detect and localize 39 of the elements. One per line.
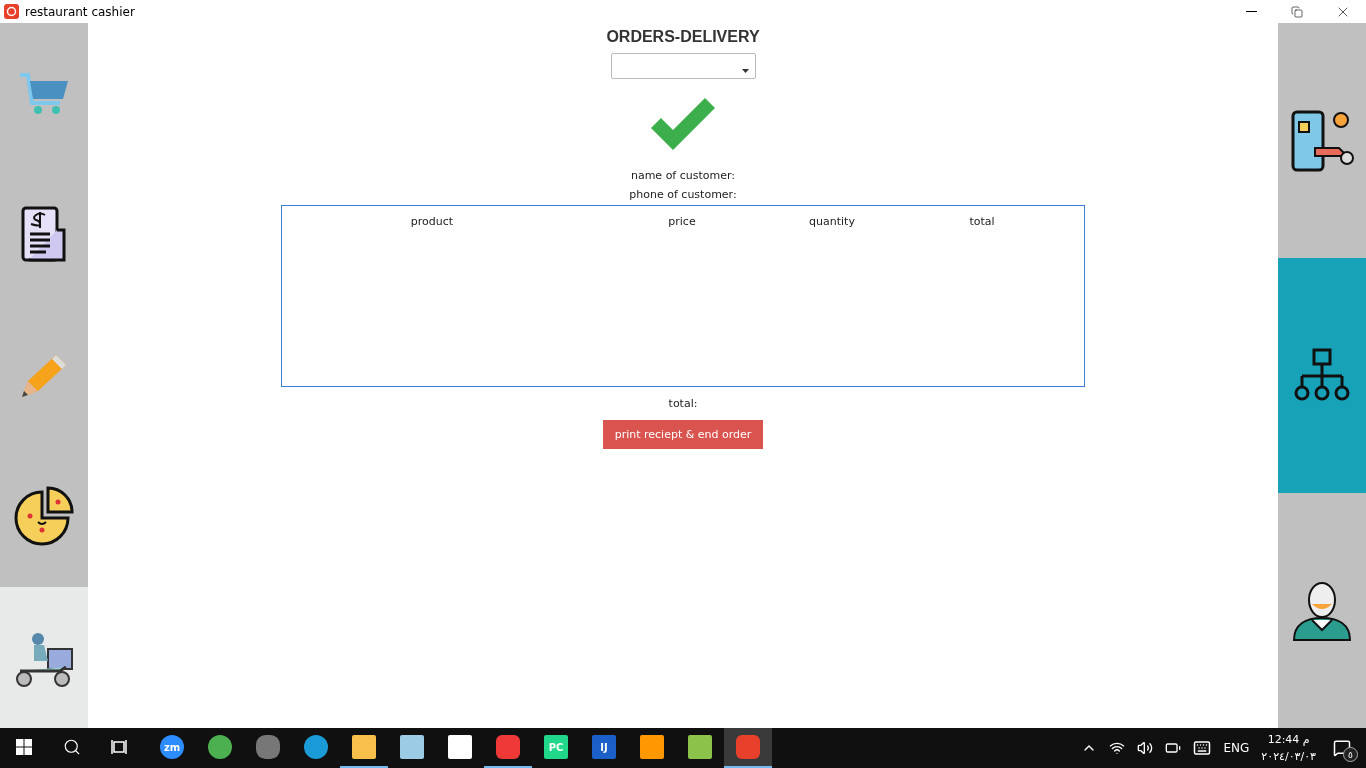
taskbar-app[interactable]: IJ (580, 728, 628, 768)
cart-icon (18, 71, 70, 116)
column-header: price (667, 215, 697, 228)
column-header: product (409, 215, 455, 228)
clock[interactable]: 12:44 م ٢٠٢٤/٠٣/٠٣ (1261, 731, 1316, 765)
search-icon (63, 738, 81, 756)
sidebar-item[interactable] (1278, 23, 1366, 258)
volume-icon (1137, 740, 1154, 756)
battery-icon (1165, 740, 1182, 756)
wifi-icon (1109, 740, 1126, 756)
taskbar-app[interactable]: zm (148, 728, 196, 768)
column-header: total (968, 215, 996, 228)
sidebar-item[interactable] (1278, 258, 1366, 493)
checkmark-icon (651, 98, 715, 150)
task-view-icon (111, 739, 129, 755)
total-label: total: (668, 396, 698, 412)
windows-icon (16, 739, 32, 755)
intellij-icon: IJ (592, 735, 616, 759)
language-indicator[interactable]: ENG (1223, 741, 1250, 755)
caret-icon (741, 69, 749, 73)
window-title: restaurant cashier (25, 4, 135, 19)
notification-button[interactable]: ٥ (1328, 736, 1356, 760)
customer-phone-label: phone of customer: (629, 187, 737, 203)
person-icon (1290, 579, 1354, 642)
minimize-icon (1245, 11, 1257, 12)
sidebar-item[interactable] (0, 587, 88, 728)
page-title: ORDERS-DELIVERY (606, 28, 760, 46)
restore-icon (1291, 5, 1303, 18)
keyboard-icon (1193, 739, 1212, 757)
pizza-icon (12, 485, 76, 548)
print-button[interactable]: print reciept & end order (602, 420, 764, 449)
column-header: quantity (808, 215, 856, 228)
receipt-icon (21, 205, 67, 264)
app-logo-icon (4, 4, 19, 19)
zoom-app-icon: zm (160, 735, 184, 759)
customer-name-label: name of customer: (630, 168, 736, 184)
sidebar-item[interactable] (1278, 493, 1366, 728)
sidebar-item[interactable] (0, 446, 88, 587)
pycharm-icon: PC (544, 735, 568, 759)
